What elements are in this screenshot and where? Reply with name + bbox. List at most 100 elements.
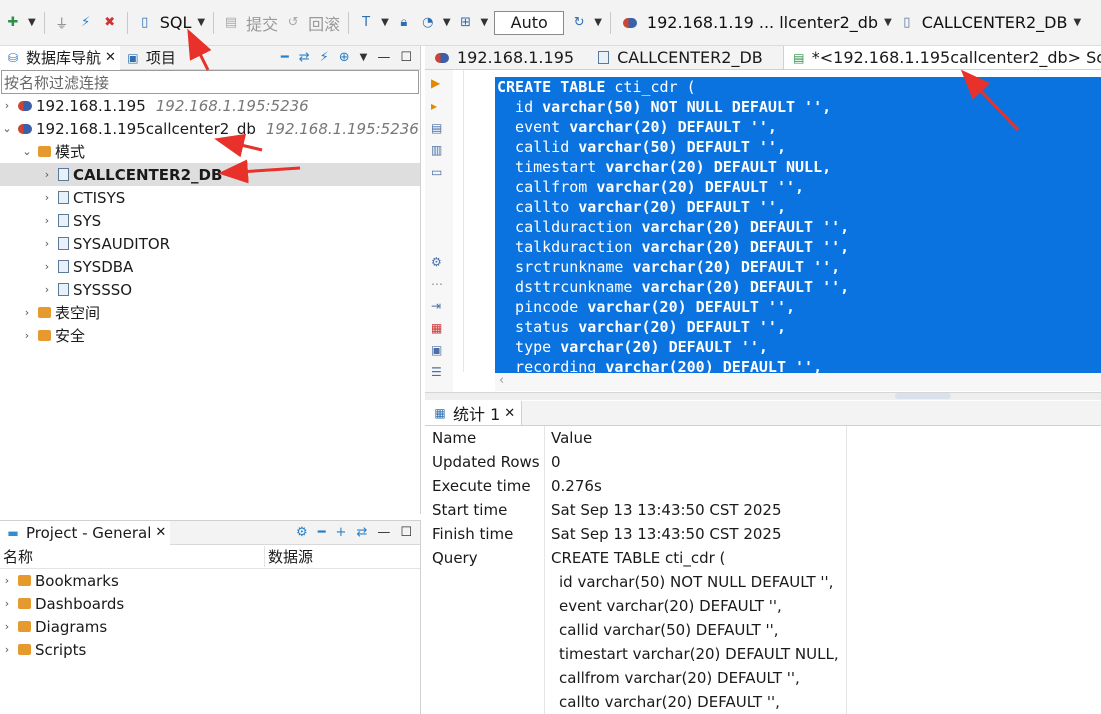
project-item-scripts[interactable]: › Scripts	[0, 638, 420, 661]
execute-new-tab-icon[interactable]: ▸	[431, 99, 445, 113]
chevron-down-icon[interactable]: ▼	[28, 17, 36, 28]
tab-sql-script[interactable]: ▤ *<192.168.1.195callcenter2_db> Script …	[782, 46, 1101, 69]
tab-database-navigator[interactable]: ⛁ 数据库导航 ✕	[0, 45, 120, 70]
transaction-mode-icon[interactable]: T	[357, 14, 375, 32]
more-icon[interactable]: ⋯	[431, 277, 445, 291]
sql-editor[interactable]: CREATE TABLE cti_cdr ( id varchar(50) NO…	[495, 77, 1101, 373]
project-item-dashboards[interactable]: › Dashboards	[0, 592, 420, 615]
save-script-icon[interactable]: ▣	[431, 343, 445, 357]
chevron-right-icon[interactable]: ›	[40, 214, 54, 227]
tree-item-tablespaces-folder[interactable]: › 表空间	[0, 301, 420, 324]
table-row[interactable]: Execute time 0.276s	[425, 474, 1101, 498]
load-script-icon[interactable]: ▦	[431, 321, 445, 335]
chevron-down-icon[interactable]: ▼	[360, 52, 368, 63]
tree-item-schema[interactable]: › CALLCENTER2_DB	[0, 163, 420, 186]
history-icon[interactable]: ↻	[570, 14, 588, 32]
new-connection-icon[interactable]: ✚	[4, 14, 22, 32]
minimize-icon[interactable]: —	[377, 50, 390, 65]
tree-item-schemas-folder[interactable]: ⌄ 模式	[0, 140, 420, 163]
column-header-name[interactable]: Name	[425, 426, 545, 450]
chevron-down-icon[interactable]: ▼	[594, 17, 602, 28]
chevron-down-icon[interactable]: ▼	[443, 17, 451, 28]
tab-projects[interactable]: ▣ 项目	[120, 46, 180, 70]
horizontal-scrollbar[interactable]: ‹	[495, 373, 1101, 391]
tab-connection[interactable]: 192.168.1.195	[425, 46, 580, 69]
link-editor-icon[interactable]: ⇄	[299, 50, 310, 65]
chevron-down-icon[interactable]: ▼	[1073, 17, 1081, 28]
tree-item-connection[interactable]: › 192.168.1.195 192.168.1.195:5236	[0, 94, 420, 117]
commit-icon[interactable]: ▤	[222, 14, 240, 32]
chevron-right-icon[interactable]: ›	[0, 574, 14, 587]
chevron-right-icon[interactable]: ›	[40, 260, 54, 273]
table-row[interactable]: Updated Rows 0	[425, 450, 1101, 474]
terminal-icon[interactable]: ▭	[431, 165, 445, 179]
tree-item-schema[interactable]: › SYSDBA	[0, 255, 420, 278]
network-icon[interactable]: ⊞	[457, 14, 475, 32]
table-row[interactable]: Finish time Sat Sep 13 13:43:50 CST 2025	[425, 522, 1101, 546]
connection-filter-input[interactable]: 按名称过滤连接	[1, 70, 419, 94]
commit-button[interactable]: 提交	[246, 11, 278, 35]
minimize-icon[interactable]: —	[377, 525, 390, 540]
chevron-right-icon[interactable]: ›	[20, 306, 34, 319]
active-connection-selector[interactable]: 192.168.1.19 ... llcenter2_db	[647, 13, 878, 32]
sql-editor-icon[interactable]: ▯	[136, 14, 154, 32]
export-icon[interactable]: ⇥	[431, 299, 445, 313]
editor-results-splitter[interactable]	[425, 392, 1101, 400]
chevron-right-icon[interactable]: ›	[0, 99, 14, 112]
disconnect-icon[interactable]: ✖	[101, 14, 119, 32]
chevron-right-icon[interactable]: ›	[0, 597, 14, 610]
rollback-icon[interactable]: ↺	[284, 14, 302, 32]
close-icon[interactable]: ✕	[105, 50, 116, 65]
chevron-down-icon[interactable]: ⌄	[0, 122, 14, 135]
tab-statistics[interactable]: ▦ 统计 1 ✕	[425, 401, 523, 425]
chevron-right-icon[interactable]: ›	[0, 643, 14, 656]
tree-item-schema[interactable]: › SYS	[0, 209, 420, 232]
plug-icon[interactable]: ⏚	[53, 14, 71, 32]
tab-project-general[interactable]: ▬ Project - General ✕	[0, 520, 171, 545]
chevron-down-icon[interactable]: ⌄	[20, 145, 34, 158]
tab-schema[interactable]: CALLCENTER2_DB	[580, 46, 769, 69]
column-header-name[interactable]: 名称	[0, 546, 265, 567]
chevron-right-icon[interactable]: ›	[40, 237, 54, 250]
new-connection-icon[interactable]: ⊕	[339, 50, 350, 65]
chevron-right-icon[interactable]: ›	[0, 620, 14, 633]
project-item-diagrams[interactable]: › Diagrams	[0, 615, 420, 638]
gear-icon[interactable]: ⚙	[296, 525, 308, 540]
dashboard-icon[interactable]: ◔	[419, 14, 437, 32]
column-header-datasource[interactable]: 数据源	[265, 546, 313, 567]
chevron-down-icon[interactable]: ▼	[381, 17, 389, 28]
connect-icon[interactable]: ⚡	[77, 14, 95, 32]
close-icon[interactable]: ✕	[504, 406, 515, 421]
chevron-right-icon[interactable]: ›	[20, 329, 34, 342]
tree-item-security-folder[interactable]: › 安全	[0, 324, 420, 347]
active-schema-selector[interactable]: CALLCENTER2_DB	[922, 13, 1068, 32]
collapse-all-icon[interactable]: ━	[281, 50, 289, 65]
maximize-icon[interactable]: ☐	[400, 525, 412, 540]
table-row[interactable]: Query CREATE TABLE cti_cdr (	[425, 546, 1101, 570]
project-item-bookmarks[interactable]: › Bookmarks	[0, 569, 420, 592]
splitter-handle[interactable]	[895, 393, 951, 399]
chevron-down-icon[interactable]: ▼	[884, 17, 892, 28]
execute-statement-icon[interactable]: ▶	[431, 76, 445, 90]
chevron-down-icon[interactable]: ▼	[481, 17, 489, 28]
explain-plan-icon[interactable]: ▥	[431, 143, 445, 157]
tree-item-schema[interactable]: › SYSAUDITOR	[0, 232, 420, 255]
add-icon[interactable]: +	[336, 525, 347, 540]
chevron-right-icon[interactable]: ›	[40, 191, 54, 204]
tree-item-connection[interactable]: ⌄ 192.168.1.195callcenter2_db 192.168.1.…	[0, 117, 420, 140]
commit-mode-selector[interactable]: Auto	[494, 10, 565, 35]
tree-item-schema[interactable]: › SYSSSO	[0, 278, 420, 301]
chevron-down-icon[interactable]: ▼	[197, 17, 205, 28]
connect-icon[interactable]: ⚡	[320, 50, 329, 65]
execute-script-icon[interactable]: ▤	[431, 121, 445, 135]
link-editor-icon[interactable]: ⇄	[356, 525, 367, 540]
close-icon[interactable]: ✕	[155, 525, 166, 540]
tree-item-schema[interactable]: › CTISYS	[0, 186, 420, 209]
outline-icon[interactable]: ☰	[431, 365, 445, 379]
maximize-icon[interactable]: ☐	[400, 50, 412, 65]
sql-button[interactable]: SQL	[160, 13, 192, 32]
rollback-button[interactable]: 回滚	[308, 11, 340, 35]
column-header-value[interactable]: Value	[545, 426, 847, 450]
lock-icon[interactable]: 🔒︎	[395, 14, 413, 32]
collapse-all-icon[interactable]: ━	[318, 525, 326, 540]
